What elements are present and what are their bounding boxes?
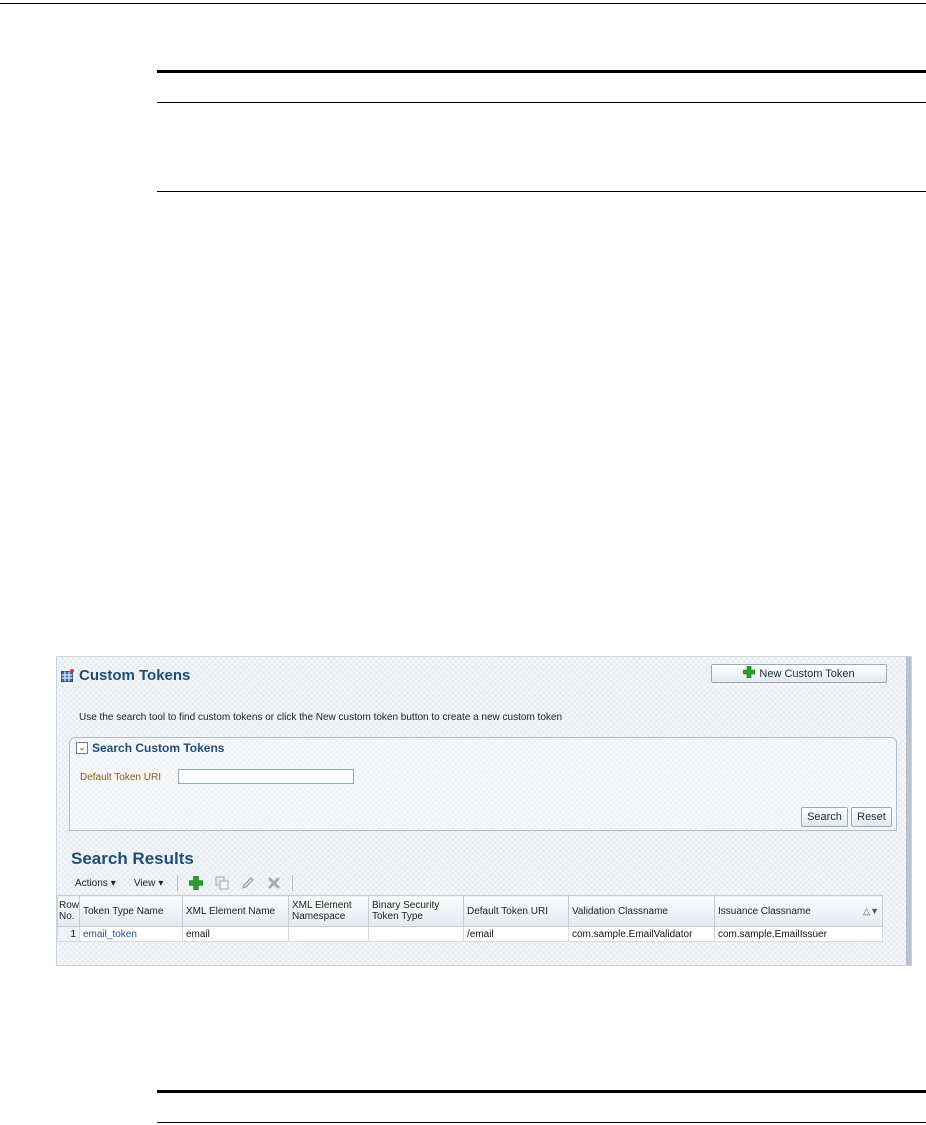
page-title: Custom Tokens (79, 666, 191, 684)
search-panel: ⌄ Search Custom Tokens Default Token URI… (69, 737, 897, 831)
xml-element-namespace-cell (288, 926, 369, 942)
table-grid-icon (61, 668, 74, 682)
toolbar-separator (177, 875, 179, 891)
collapse-icon[interactable]: ⌄ (76, 742, 88, 754)
search-results-title: Search Results (71, 849, 194, 868)
column-header[interactable]: XML Element Namespace (288, 895, 369, 927)
column-header[interactable]: Default Token URI (463, 895, 569, 927)
issuance-classname-cell: com.sample.EmailIssuer (714, 926, 883, 942)
vertical-scrollbar[interactable] (906, 657, 911, 965)
reset-button[interactable]: Reset (851, 807, 892, 827)
row-number: 1 (57, 926, 80, 942)
chevron-down-icon: ▾ (110, 877, 116, 889)
sort-icon[interactable]: △▼ (863, 906, 879, 917)
default-token-uri-input[interactable] (178, 769, 354, 784)
new-custom-token-button[interactable]: New Custom Token (711, 664, 887, 683)
token-type-name-cell: email_token (79, 926, 183, 942)
xml-element-name-cell: email (182, 926, 289, 942)
column-header[interactable]: Validation Classname (568, 895, 715, 927)
default-token-uri-cell: /email (463, 926, 569, 942)
chevron-down-icon: ▾ (158, 877, 164, 889)
panel-header: Custom Tokens (61, 665, 190, 685)
page-top-rule (0, 3, 926, 4)
toolbar-separator (292, 875, 294, 891)
edit-icon[interactable] (240, 875, 256, 891)
results-toolbar: Actions ▾ View ▾ (71, 872, 879, 894)
validation-classname-cell: com.sample.EmailValidator (568, 926, 715, 942)
table2-header-rule (157, 1122, 926, 1123)
table2-top-rule-thick (157, 1090, 926, 1093)
results-table: Row No. Token Type Name XML Element Name… (57, 895, 883, 942)
add-icon (743, 665, 756, 681)
search-panel-header[interactable]: ⌄ Search Custom Tokens (76, 741, 224, 755)
actions-menu[interactable]: Actions ▾ (71, 878, 120, 889)
search-button[interactable]: Search (801, 807, 848, 827)
delete-icon[interactable] (266, 875, 282, 891)
intro-text: Use the search tool to find custom token… (79, 712, 563, 723)
table-header-row: Row No. Token Type Name XML Element Name… (57, 895, 883, 927)
table-header-rule (157, 102, 926, 103)
column-header[interactable]: Token Type Name (79, 895, 183, 927)
add-icon[interactable] (188, 875, 204, 891)
column-header-issuance[interactable]: Issuance Classname △▼ (714, 895, 883, 927)
custom-tokens-screenshot: Custom Tokens New Custom Token Use the s… (56, 656, 912, 966)
table-row[interactable]: 1 email_token email /email com.sample.Em… (57, 926, 883, 942)
search-panel-title: Search Custom Tokens (92, 741, 225, 755)
column-header[interactable]: XML Element Name (182, 895, 289, 927)
view-menu[interactable]: View ▾ (130, 878, 168, 889)
table-top-rule-thick (157, 70, 926, 73)
binary-security-token-type-cell (368, 926, 464, 942)
default-token-uri-label: Default Token URI (80, 772, 161, 783)
token-type-link[interactable]: email_token (83, 929, 137, 940)
duplicate-icon[interactable] (214, 875, 230, 891)
column-header[interactable]: Row No. (57, 895, 80, 927)
table-bottom-rule (157, 191, 926, 192)
column-header[interactable]: Binary Security Token Type (368, 895, 464, 927)
